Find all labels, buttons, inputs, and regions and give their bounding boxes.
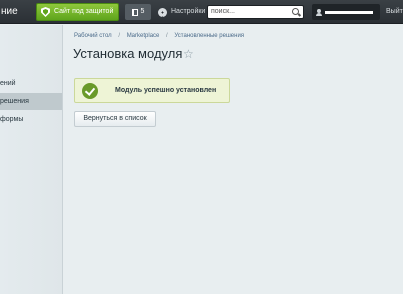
success-message-box: Модуль успешно установлен [74, 78, 230, 103]
checkmark-icon [82, 82, 98, 99]
user-menu[interactable] [312, 4, 380, 20]
search-placeholder: поиск... [211, 8, 235, 15]
sidebar-item-installed-solutions[interactable]: решения [0, 93, 62, 110]
notifications-icon [131, 8, 138, 16]
favorite-star-icon[interactable]: ☆ [183, 48, 194, 60]
gear-icon [158, 7, 167, 17]
sidebar: ений решения формы [0, 25, 63, 294]
logout-link[interactable]: Выйт [386, 0, 403, 24]
settings-button[interactable]: Настройки [158, 0, 205, 24]
site-protected-label: Сайт под защитой [54, 8, 114, 15]
breadcrumb-desktop[interactable]: Рабочий стол [74, 33, 112, 39]
breadcrumb-installed-solutions[interactable]: Установленные решения [174, 33, 244, 39]
search-icon[interactable] [292, 8, 299, 15]
breadcrumb-marketplace[interactable]: Marketplace [127, 33, 160, 39]
site-protected-button[interactable]: Сайт под защитой [36, 3, 119, 21]
sidebar-item-solutions-list[interactable]: ений [0, 75, 62, 92]
sidebar-item-label: формы [0, 116, 24, 123]
sidebar-item-label: ений [0, 80, 16, 87]
notifications-count: 5 [140, 8, 145, 15]
top-bar: ние Сайт под защитой 5 Настройки поиск..… [0, 0, 403, 24]
user-icon [316, 8, 322, 16]
success-message: Модуль успешно установлен [115, 87, 217, 94]
sidebar-item-forms[interactable]: формы [0, 111, 62, 128]
brand-label[interactable]: ние [0, 0, 30, 24]
back-to-list-button[interactable]: Вернуться в список [74, 111, 156, 127]
page-title: Установка модуля [73, 46, 183, 61]
search-input[interactable]: поиск... [207, 5, 304, 19]
breadcrumb-separator: / [166, 33, 168, 39]
shield-icon [41, 7, 50, 17]
sidebar-item-label: решения [0, 98, 29, 105]
breadcrumb: Рабочий стол / Marketplace / Установленн… [74, 33, 244, 39]
notifications-button[interactable]: 5 [125, 4, 151, 20]
settings-label: Настройки [171, 8, 206, 15]
user-name-redacted [325, 11, 373, 14]
breadcrumb-separator: / [118, 33, 121, 39]
